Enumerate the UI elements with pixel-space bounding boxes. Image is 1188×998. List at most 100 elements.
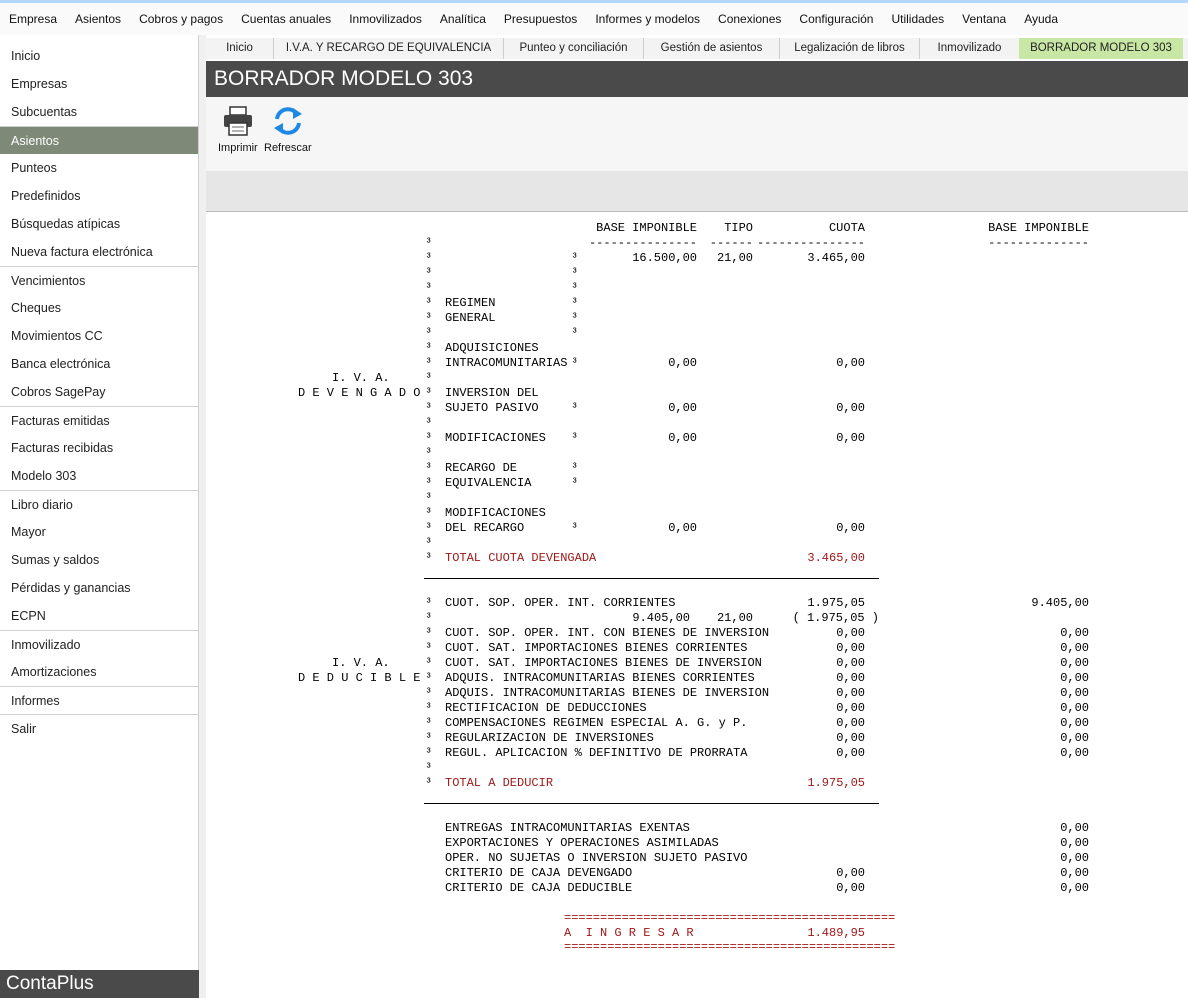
other-label: CRITERIO DE CAJA DEDUCIBLE <box>445 881 633 895</box>
report-border: ³ <box>425 416 433 430</box>
amount: 0,00 <box>1060 641 1089 655</box>
sidebar-item[interactable]: Predefinidos <box>0 182 198 210</box>
sidebar-item[interactable]: Banca electrónica <box>0 350 198 378</box>
amount: 0,00 <box>1060 686 1089 700</box>
print-button[interactable]: Imprimir <box>218 105 258 154</box>
sidebar-item[interactable]: Cheques <box>0 294 198 322</box>
tab[interactable]: Punteo y conciliación <box>503 38 643 59</box>
sidebar-item[interactable]: Vencimientos <box>0 266 198 294</box>
amount: 0,00 <box>836 626 865 640</box>
menu-item[interactable]: Asientos <box>66 12 130 26</box>
amount: 0,00 <box>836 521 865 535</box>
report-preview[interactable]: BASE IMPONIBLE TIPO CUOTA BASE IMPONIBLE ---… <box>206 212 1188 998</box>
report-border: ³ <box>425 236 433 250</box>
other-label: CRITERIO DE CAJA DEVENGADO <box>445 866 633 880</box>
menu-item[interactable]: Cuentas anuales <box>232 12 340 26</box>
report-text: RECARGO DE <box>445 461 518 475</box>
menu-item[interactable]: Empresa <box>0 12 66 26</box>
sidebar-item[interactable]: Modelo 303 <box>0 462 198 490</box>
sidebar-item[interactable]: Inmovilizado <box>0 630 198 658</box>
report-text: ------ <box>709 236 753 250</box>
amount: 0,00 <box>836 686 865 700</box>
tab[interactable]: I.V.A. Y RECARGO DE EQUIVALENCIA <box>273 38 503 59</box>
amount: 0,00 <box>1060 656 1089 670</box>
section-label: I. V. A. <box>332 371 390 385</box>
amount: 0,00 <box>836 431 865 445</box>
menu-item[interactable]: Utilidades <box>882 12 953 26</box>
report-border: ³ <box>425 461 433 475</box>
deduction-label: ADQUIS. INTRACOMUNITARIAS BIENES DE INVE… <box>445 686 770 700</box>
sidebar-item[interactable]: Pérdidas y ganancias <box>0 574 198 602</box>
report-text: INVERSION DEL <box>445 386 539 400</box>
sidebar-item[interactable]: Asientos <box>0 126 198 154</box>
sidebar-item[interactable]: Punteos <box>0 154 198 182</box>
amount: 0,00 <box>1060 701 1089 715</box>
col-header-tipo: TIPO <box>724 221 753 235</box>
amount: 0,00 <box>1060 821 1089 835</box>
sidebar-item[interactable]: Libro diario <box>0 490 198 518</box>
menu-item[interactable]: Analítica <box>431 12 495 26</box>
sidebar-item[interactable]: Inicio <box>0 42 198 70</box>
panel-splitter[interactable] <box>199 35 206 998</box>
menu-item[interactable]: Cobros y pagos <box>130 12 232 26</box>
refresh-label: Refrescar <box>264 142 312 154</box>
tab[interactable]: Inicio <box>206 38 273 59</box>
total-value: 3.465,00 <box>807 551 865 565</box>
section-label: I. V. A. <box>332 656 390 670</box>
tab[interactable]: Gestión de asientos <box>643 38 779 59</box>
other-label: ENTREGAS INTRACOMUNITARIAS EXENTAS <box>445 821 690 835</box>
deduction-label: ADQUIS. INTRACOMUNITARIAS BIENES CORRIEN… <box>445 671 755 685</box>
report-border: ³ <box>425 521 433 535</box>
amount: 0,00 <box>668 401 697 415</box>
report-border: ³ <box>425 326 433 340</box>
printer-icon <box>223 106 252 136</box>
sidebar-item[interactable]: Sumas y saldos <box>0 546 198 574</box>
sidebar-item[interactable]: ECPN <box>0 602 198 630</box>
amount: 0,00 <box>836 641 865 655</box>
sidebar-item[interactable]: Amortizaciones <box>0 658 198 686</box>
tab[interactable]: Inmovilizado <box>919 38 1019 59</box>
sidebar-item[interactable]: Informes <box>0 686 198 714</box>
menu-item[interactable]: Ayuda <box>1015 12 1067 26</box>
report-text: EQUIVALENCIA <box>445 476 532 490</box>
section-label: D E D U C I B L E <box>298 671 421 685</box>
report-text: MODIFICACIONES <box>445 506 546 520</box>
report-border: ³ <box>425 626 433 640</box>
sidebar-item[interactable]: Empresas <box>0 70 198 98</box>
menu-item[interactable]: Inmovilizados <box>340 12 431 26</box>
amount: 16.500,00 <box>632 251 697 265</box>
deduction-label: REGULARIZACION DE INVERSIONES <box>445 731 654 745</box>
report-border: ³ <box>571 326 579 340</box>
report-border: ³ <box>425 281 433 295</box>
amount: 0,00 <box>1060 851 1089 865</box>
tab[interactable]: BORRADOR MODELO 303 <box>1019 38 1183 59</box>
report-border: ³ <box>425 701 433 715</box>
sidebar-item[interactable]: Nueva factura electrónica <box>0 238 198 266</box>
report-text: --------------- <box>588 236 697 250</box>
sidebar-item[interactable]: Movimientos CC <box>0 322 198 350</box>
sidebar-item[interactable]: Facturas emitidas <box>0 406 198 434</box>
refresh-icon <box>273 107 302 135</box>
report-border: ³ <box>425 386 433 400</box>
menu-item[interactable]: Informes y modelos <box>586 12 709 26</box>
menu-item[interactable]: Ventana <box>953 12 1015 26</box>
amount: 0,00 <box>836 716 865 730</box>
report-border: ³ <box>425 491 433 505</box>
report-border: ³ <box>425 686 433 700</box>
refresh-button[interactable]: Refrescar <box>264 105 312 154</box>
menu-item[interactable]: Conexiones <box>709 12 790 26</box>
amount: 0,00 <box>1060 731 1089 745</box>
amount: 9.405,00 <box>632 611 690 625</box>
sidebar-item[interactable]: Facturas recibidas <box>0 434 198 462</box>
tab[interactable]: Legalización de libros <box>779 38 919 59</box>
sidebar-item[interactable]: Subcuentas <box>0 98 198 126</box>
sidebar-item[interactable]: Búsquedas atípicas <box>0 210 198 238</box>
amount: 0,00 <box>836 401 865 415</box>
menu-item[interactable]: Configuración <box>790 12 882 26</box>
amount: ( 1.975,05 ) <box>792 611 879 625</box>
sidebar-item[interactable]: Salir <box>0 714 198 742</box>
menu-item[interactable]: Presupuestos <box>495 12 586 26</box>
deduction-label: CUOT. SAT. IMPORTACIONES BIENES CORRIENT… <box>445 641 748 655</box>
sidebar-item[interactable]: Cobros SagePay <box>0 378 198 406</box>
sidebar-item[interactable]: Mayor <box>0 518 198 546</box>
